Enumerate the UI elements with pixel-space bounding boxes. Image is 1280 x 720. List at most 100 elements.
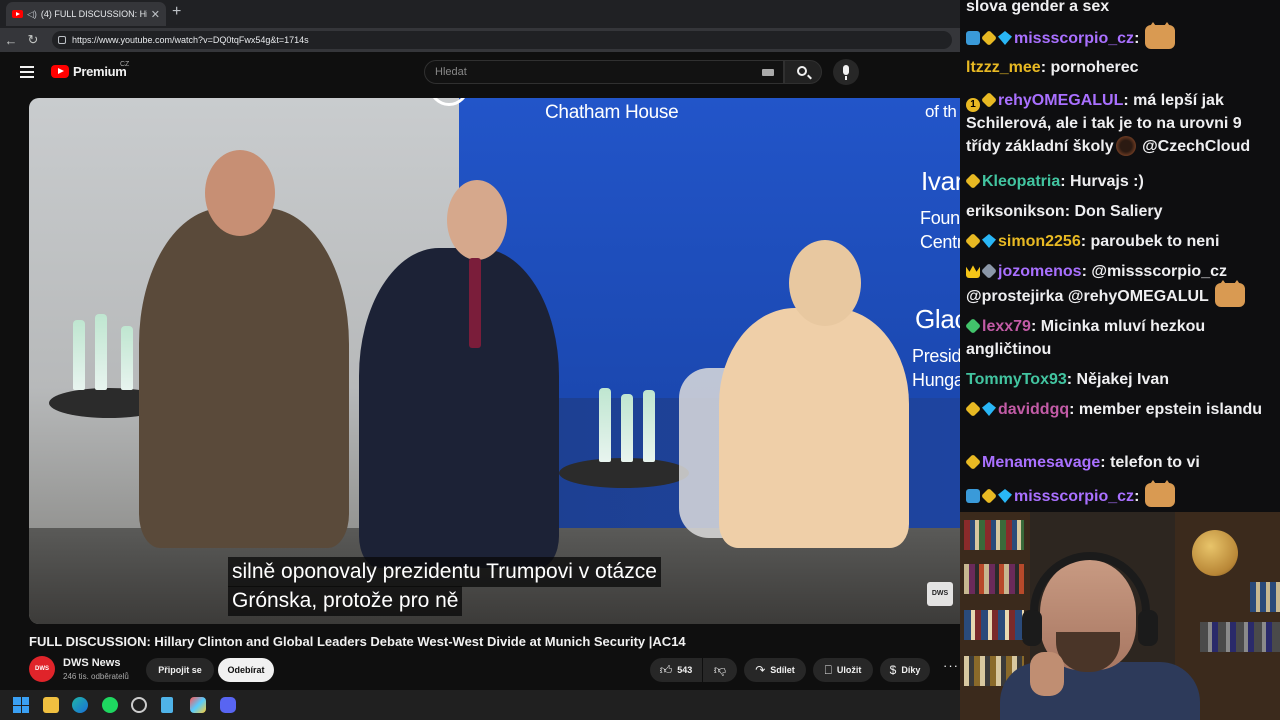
badge-icon[interactable] [965, 233, 981, 249]
badge-icon[interactable] [981, 30, 997, 46]
search-input[interactable]: Hledat [424, 60, 784, 84]
panelist-right [719, 308, 909, 548]
youtube-header: Premium CZ Hledat [0, 52, 960, 92]
tie [469, 258, 481, 348]
search-button[interactable] [784, 60, 822, 84]
wall-text-glac: Glac [915, 304, 960, 334]
cat-emote-icon[interactable] [1145, 22, 1176, 49]
chat-text: Hurvajs :) [1070, 173, 1144, 190]
youtube-logo[interactable]: Premium [51, 64, 127, 79]
wall-text-preside: Preside [912, 346, 960, 366]
badge-icon[interactable] [966, 489, 980, 503]
dislike-button[interactable]: 👎︎ [703, 658, 737, 682]
address-bar-row: ← ↻ https://www.youtube.com/watch?v=DQ0t… [0, 28, 960, 52]
water-bottle [621, 394, 633, 462]
chat-message: ltzzz_mee: pornoherec [966, 59, 1139, 76]
chat-username[interactable]: missscorpio_cz [1014, 488, 1134, 505]
chat-username[interactable]: Menamesavage [982, 454, 1100, 471]
share-button[interactable]: ↷ Sdílet [744, 658, 806, 682]
video-player[interactable]: Chatham House of th Ivan Found Centr Gla… [29, 98, 960, 624]
cat-emote-icon[interactable] [1214, 280, 1245, 307]
close-tab-icon[interactable]: ✕ [151, 8, 160, 21]
chat-message: missscorpio_cz: [966, 22, 1274, 50]
panelist-right-head [789, 240, 861, 326]
keyboard-icon[interactable] [762, 69, 774, 76]
panelist-middle-head [447, 180, 507, 260]
channel-watermark[interactable]: DWS [927, 582, 953, 606]
wall-text-ivan: Ivan [921, 166, 960, 196]
badge-icon[interactable] [965, 173, 981, 189]
chat-username[interactable]: simon2256 [998, 233, 1081, 250]
windows-start-icon[interactable] [13, 697, 29, 713]
badge-icon[interactable] [982, 402, 996, 416]
headphones [1030, 552, 1150, 642]
wall-text-centr: Centr [920, 232, 960, 252]
badge-icon[interactable]: 1 [966, 98, 980, 112]
chat-message: jozomenos: @missscorpio_cz @prostejirka … [966, 260, 1274, 308]
chat-username[interactable]: missscorpio_cz [1014, 30, 1134, 47]
obs-icon[interactable] [131, 697, 147, 713]
badge-icon[interactable] [965, 454, 981, 470]
crown-badge-icon[interactable] [966, 265, 980, 278]
like-button[interactable]: 👍︎ 543 [650, 658, 702, 682]
badge-icon[interactable] [998, 31, 1012, 45]
water-bottle [95, 314, 107, 390]
site-info-icon[interactable] [58, 36, 66, 44]
badge-icon[interactable] [998, 489, 1012, 503]
country-code: CZ [120, 61, 130, 68]
water-bottle [121, 326, 133, 390]
chat-message: daviddgq: member epstein islandu [965, 398, 1274, 421]
chat-username[interactable]: ltzzz_mee [966, 59, 1041, 76]
chat-username[interactable]: Kleopatria [982, 173, 1060, 190]
copilot-icon[interactable] [190, 697, 206, 713]
badge-icon[interactable] [981, 488, 997, 504]
badge-icon[interactable] [982, 234, 996, 248]
bookmark-icon: ⎕ [824, 662, 832, 677]
edge-icon[interactable] [72, 697, 88, 713]
voice-search-icon[interactable] [833, 59, 859, 85]
file-explorer-icon[interactable] [43, 697, 59, 713]
youtube-play-icon [51, 65, 69, 78]
cat-emote-icon[interactable] [1145, 480, 1176, 507]
chat-username[interactable]: eriksonikson [966, 203, 1065, 220]
channel-avatar[interactable]: DWS [29, 656, 55, 682]
chat-username[interactable]: jozomenos [998, 263, 1082, 280]
chat-username[interactable]: lexx79 [982, 318, 1031, 335]
chat-username[interactable]: rehyOMEGALUL [998, 92, 1123, 109]
notepad-icon[interactable] [161, 697, 173, 713]
speaker-icon[interactable]: ◁) [27, 9, 37, 20]
books [964, 564, 1024, 594]
chat-text: Don Saliery [1074, 203, 1163, 220]
youtube-favicon-icon [12, 10, 23, 18]
like-count: 543 [677, 665, 693, 675]
spotify-icon[interactable] [102, 697, 118, 713]
thanks-button[interactable]: $ Díky [880, 658, 930, 682]
chat-mention[interactable]: @CzechCloud [1142, 138, 1250, 155]
reload-icon[interactable]: ↻ [22, 32, 44, 48]
back-icon[interactable]: ← [0, 33, 22, 48]
discord-icon[interactable] [220, 697, 236, 713]
badge-icon[interactable] [981, 263, 997, 279]
tab-youtube[interactable]: ◁) (4) FULL DISCUSSION: Hillary ✕ [6, 2, 166, 26]
badge-icon[interactable] [966, 31, 980, 45]
coin-emote-icon[interactable] [1115, 136, 1136, 156]
badge-icon[interactable] [965, 401, 981, 417]
chat-message: slova gender a sex [966, 0, 1274, 18]
share-icon: ↷ [755, 663, 766, 677]
badge-icon[interactable] [981, 92, 997, 108]
join-button[interactable]: Připojit se [146, 658, 214, 682]
badge-icon[interactable] [965, 318, 981, 334]
chat-username[interactable]: daviddgq [998, 401, 1069, 418]
url-field[interactable]: https://www.youtube.com/watch?v=DQ0tqFwx… [52, 31, 952, 49]
tab-title: (4) FULL DISCUSSION: Hillary [40, 9, 147, 19]
new-tab-icon[interactable]: + [172, 3, 181, 21]
more-actions-icon[interactable]: ··· [943, 658, 959, 673]
save-button[interactable]: ⎕ Uložit [813, 658, 873, 682]
channel-name[interactable]: DWS News [63, 657, 120, 669]
water-bottle [599, 388, 611, 462]
chat-username[interactable]: TommyTox93 [966, 371, 1067, 388]
subscribe-button[interactable]: Odebírat [218, 658, 274, 682]
chat-message: eriksonikson: Don Saliery [966, 203, 1163, 220]
menu-icon[interactable] [20, 66, 34, 78]
chat-text: member epstein islandu [1078, 401, 1263, 418]
